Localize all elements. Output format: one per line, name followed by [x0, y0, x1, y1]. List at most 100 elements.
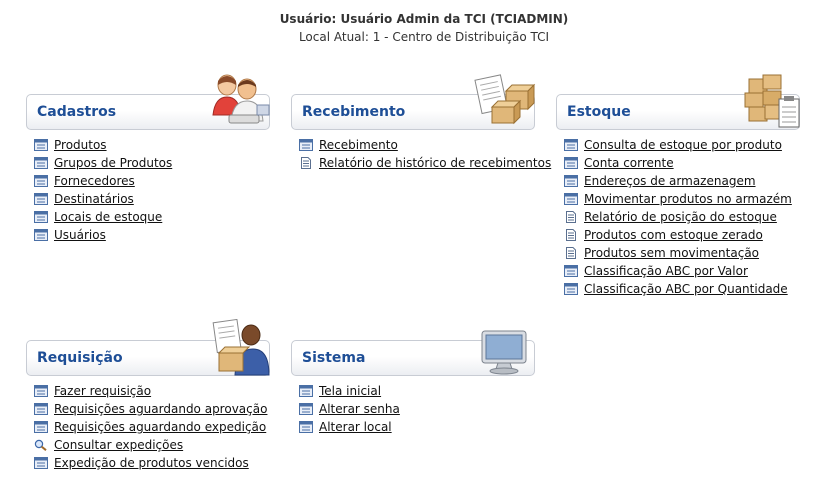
section-header-estoque: Estoque	[556, 74, 800, 130]
menu-link[interactable]: Alterar local	[319, 420, 392, 434]
menu-link[interactable]: Grupos de Produtos	[54, 156, 172, 170]
menu-item-relatorio-historico-recebimentos[interactable]: Relatório de histórico de recebimentos	[299, 154, 551, 172]
estoque-menu: Consulta de estoque por produto Conta co…	[564, 136, 800, 298]
menu-link[interactable]: Requisições aguardando aprovação	[54, 402, 267, 416]
menu-link[interactable]: Destinatários	[54, 192, 134, 206]
form-icon	[299, 403, 313, 415]
menu-item-consultar-expedicoes[interactable]: Consultar expedições	[34, 436, 270, 454]
search-icon	[34, 439, 47, 451]
current-location-label: Local Atual: 1 - Centro de Distribuição …	[298, 30, 550, 44]
menu-link[interactable]: Conta corrente	[584, 156, 674, 170]
menu-item-fazer-requisicao[interactable]: Fazer requisição	[34, 382, 270, 400]
menu-link[interactable]: Classificação ABC por Quantidade	[584, 282, 788, 296]
form-icon	[34, 385, 48, 397]
menu-link[interactable]: Consulta de estoque por produto	[584, 138, 782, 152]
form-icon	[564, 139, 578, 151]
sistema-menu: Tela inicial Alterar senha Alterar local	[299, 382, 535, 436]
section-header-sistema: Sistema	[291, 330, 535, 376]
form-icon	[34, 157, 48, 169]
form-icon	[34, 457, 48, 469]
requisicao-menu: Fazer requisição Requisições aguardando …	[34, 382, 270, 472]
form-icon	[34, 421, 48, 433]
section-cadastros: Cadastros Produtos Grupos de Produtos Fo…	[26, 74, 270, 244]
menu-item-classificacao-abc-quantidade[interactable]: Classificação ABC por Quantidade	[564, 280, 800, 298]
form-icon	[564, 175, 578, 187]
form-icon	[34, 139, 48, 151]
menu-item-enderecos-armazenagem[interactable]: Endereços de armazenagem	[564, 172, 800, 190]
section-title: Cadastros	[37, 104, 117, 120]
menu-link[interactable]: Requisições aguardando expedição	[54, 420, 266, 434]
form-icon	[564, 193, 578, 205]
section-header-requisicao: Requisição	[26, 319, 270, 376]
menu-item-grupos-de-produtos[interactable]: Grupos de Produtos	[34, 154, 270, 172]
form-icon	[34, 229, 48, 241]
menu-item-requisicoes-aguardando-expedicao[interactable]: Requisições aguardando expedição	[34, 418, 270, 436]
report-icon	[301, 157, 311, 169]
report-icon	[566, 229, 576, 241]
form-icon	[34, 175, 48, 187]
menu-item-produtos[interactable]: Produtos	[34, 136, 270, 154]
section-title: Estoque	[567, 104, 631, 120]
menu-link[interactable]: Alterar senha	[319, 402, 400, 416]
menu-link[interactable]: Recebimento	[319, 138, 398, 152]
menu-item-relatorio-posicao-estoque[interactable]: Relatório de posição do estoque	[564, 208, 800, 226]
menu-item-conta-corrente[interactable]: Conta corrente	[564, 154, 800, 172]
cadastros-menu: Produtos Grupos de Produtos Fornecedores…	[34, 136, 270, 244]
section-sistema: Sistema Tela inicial Alterar senha Alter…	[291, 330, 535, 436]
section-title: Requisição	[37, 350, 123, 366]
menu-link[interactable]: Movimentar produtos no armazém	[584, 192, 792, 206]
form-icon	[564, 265, 578, 277]
menu-link[interactable]: Consultar expedições	[54, 438, 183, 452]
form-icon	[34, 403, 48, 415]
menu-link[interactable]: Fazer requisição	[54, 384, 151, 398]
menu-item-fornecedores[interactable]: Fornecedores	[34, 172, 270, 190]
menu-link[interactable]: Produtos	[54, 138, 107, 152]
section-title: Sistema	[302, 350, 366, 366]
form-icon	[564, 283, 578, 295]
menu-item-alterar-senha[interactable]: Alterar senha	[299, 400, 535, 418]
menu-link[interactable]: Expedição de produtos vencidos	[54, 456, 249, 470]
form-icon	[34, 193, 48, 205]
menu-item-locais-de-estoque[interactable]: Locais de estoque	[34, 208, 270, 226]
form-icon	[299, 139, 313, 151]
menu-link[interactable]: Classificação ABC por Valor	[584, 264, 748, 278]
form-icon	[299, 385, 313, 397]
menu-link[interactable]: Locais de estoque	[54, 210, 162, 224]
menu-item-movimentar-produtos[interactable]: Movimentar produtos no armazém	[564, 190, 800, 208]
menu-link[interactable]: Fornecedores	[54, 174, 135, 188]
menu-item-recebimento[interactable]: Recebimento	[299, 136, 551, 154]
menu-item-tela-inicial[interactable]: Tela inicial	[299, 382, 535, 400]
documents-boxes-icon	[474, 74, 536, 125]
section-requisicao: Requisição Fazer requisição Requisições …	[26, 319, 270, 472]
menu-item-produtos-estoque-zerado[interactable]: Produtos com estoque zerado	[564, 226, 800, 244]
form-icon	[34, 211, 48, 223]
form-icon	[564, 157, 578, 169]
recebimento-menu: Recebimento Relatório de histórico de re…	[299, 136, 551, 172]
menu-link[interactable]: Tela inicial	[319, 384, 381, 398]
section-header-cadastros: Cadastros	[26, 74, 270, 130]
section-estoque: Estoque Consulta de estoque por produto …	[556, 74, 800, 298]
menu-link[interactable]: Relatório de histórico de recebimentos	[319, 156, 551, 170]
menu-item-destinatarios[interactable]: Destinatários	[34, 190, 270, 208]
menu-item-produtos-sem-movimentacao[interactable]: Produtos sem movimentação	[564, 244, 800, 262]
person-box-icon	[212, 319, 270, 376]
menu-link[interactable]: Produtos sem movimentação	[584, 246, 759, 260]
monitor-icon	[481, 330, 527, 375]
menu-link[interactable]: Usuários	[54, 228, 106, 242]
menu-link[interactable]: Relatório de posição do estoque	[584, 210, 777, 224]
menu-item-alterar-local[interactable]: Alterar local	[299, 418, 535, 436]
people-icon	[212, 74, 270, 124]
menu-item-requisicoes-aguardando-aprovacao[interactable]: Requisições aguardando aprovação	[34, 400, 270, 418]
menu-item-usuarios[interactable]: Usuários	[34, 226, 270, 244]
section-header-recebimento: Recebimento	[291, 74, 536, 130]
boxes-clipboard-icon	[744, 74, 800, 128]
menu-link[interactable]: Endereços de armazenagem	[584, 174, 756, 188]
report-icon	[566, 247, 576, 259]
menu-item-consulta-estoque-produto[interactable]: Consulta de estoque por produto	[564, 136, 800, 154]
menu-link[interactable]: Produtos com estoque zerado	[584, 228, 763, 242]
menu-item-expedicao-produtos-vencidos[interactable]: Expedição de produtos vencidos	[34, 454, 270, 472]
report-icon	[566, 211, 576, 223]
menu-item-classificacao-abc-valor[interactable]: Classificação ABC por Valor	[564, 262, 800, 280]
current-user-label: Usuário: Usuário Admin da TCI (TCIADMIN)	[279, 12, 569, 26]
section-title: Recebimento	[302, 104, 406, 120]
